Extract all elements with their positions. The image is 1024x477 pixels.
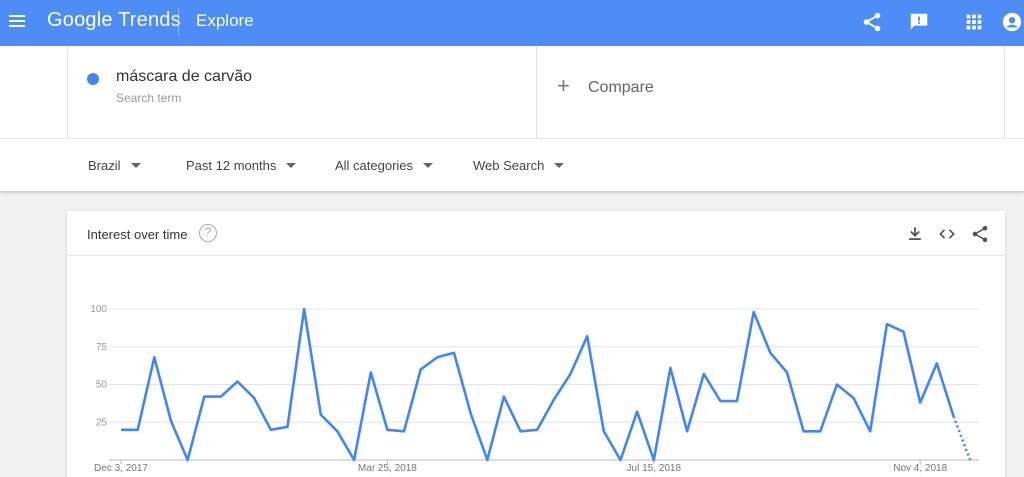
y-tick-label: 50 (96, 380, 108, 391)
search-term-name[interactable]: máscara de carvão (116, 68, 252, 86)
data-point[interactable] (618, 457, 624, 463)
time-range-dropdown[interactable]: Past 12 months (186, 158, 297, 173)
data-point[interactable] (285, 424, 291, 430)
menu-icon[interactable] (8, 12, 26, 34)
data-point[interactable] (251, 395, 257, 401)
compare-button[interactable]: + Compare (537, 46, 1005, 138)
header-divider (178, 8, 179, 36)
data-point[interactable] (185, 457, 191, 463)
data-point[interactable] (717, 398, 723, 404)
data-point[interactable] (634, 409, 640, 415)
data-point[interactable] (901, 329, 907, 335)
data-point[interactable] (501, 394, 507, 400)
chevron-down-icon (286, 163, 297, 169)
data-point[interactable] (784, 369, 790, 375)
data-point[interactable] (651, 457, 657, 463)
plus-icon: + (557, 73, 570, 98)
data-point[interactable] (701, 371, 707, 377)
region-value: Brazil (88, 158, 121, 173)
interest-line-chart: 25 50 75 100 Dec 3, 2017 Mar 25, 2018 Jul 15, … (90, 304, 979, 474)
data-point[interactable] (551, 397, 557, 403)
data-point[interactable] (168, 418, 174, 424)
data-point[interactable] (767, 350, 773, 356)
data-point[interactable] (568, 371, 574, 377)
search-terms-panel: máscara de carvão Search term + Compare (0, 46, 1024, 138)
data-point[interactable] (218, 394, 224, 400)
google-trends-logo[interactable]: Google Trends (47, 9, 181, 32)
x-tick-label: Jul 15, 2018 (627, 463, 682, 474)
data-point[interactable] (384, 427, 390, 433)
x-tick-label: Nov 4, 2018 (893, 463, 947, 474)
search-term-type: Search term (116, 91, 182, 105)
data-point[interactable] (751, 309, 757, 315)
data-point[interactable] (518, 428, 524, 434)
logo-google-text: Google (47, 9, 113, 31)
data-point[interactable] (851, 395, 857, 401)
data-point[interactable] (484, 457, 490, 463)
data-point[interactable] (351, 457, 357, 463)
share-icon[interactable] (861, 11, 883, 33)
data-point[interactable] (817, 428, 823, 434)
interest-over-time-card: Interest over time ? 25 50 75 100 Dec 3, 201… (67, 211, 1005, 477)
time-range-value: Past 12 months (186, 158, 277, 173)
apps-icon[interactable] (963, 11, 985, 33)
data-point[interactable] (468, 410, 474, 416)
data-point[interactable] (584, 333, 590, 339)
data-point[interactable] (834, 382, 840, 388)
y-tick-label: 25 (96, 417, 108, 428)
data-point[interactable] (934, 360, 940, 366)
category-dropdown[interactable]: All categories (335, 158, 434, 173)
data-point[interactable] (601, 428, 607, 434)
search-property-value: Web Search (473, 158, 545, 173)
x-tick-label: Dec 3, 2017 (94, 463, 148, 474)
x-tick-label: Mar 25, 2018 (358, 463, 417, 474)
data-point[interactable] (151, 354, 157, 360)
chevron-down-icon (423, 163, 434, 169)
chevron-down-icon (130, 163, 141, 169)
logo-trends-text: Trends (118, 9, 181, 31)
account-icon[interactable] (1001, 11, 1023, 33)
region-dropdown[interactable]: Brazil (88, 158, 141, 173)
series-line-partial[interactable] (952, 415, 972, 461)
search-term-card[interactable]: máscara de carvão Search term (67, 46, 537, 138)
data-point[interactable] (801, 428, 807, 434)
data-point[interactable] (884, 321, 890, 327)
data-point[interactable] (201, 394, 207, 400)
data-point[interactable] (135, 427, 141, 433)
data-point[interactable] (684, 428, 690, 434)
compare-label: Compare (588, 79, 654, 96)
data-point[interactable] (734, 398, 740, 404)
y-tick-label: 75 (96, 342, 108, 353)
filter-bar: Brazil Past 12 months All categories Web… (0, 138, 1024, 191)
data-point[interactable] (967, 457, 973, 463)
data-point[interactable] (368, 369, 374, 375)
chevron-down-icon (554, 163, 565, 169)
term-color-dot (87, 73, 99, 85)
y-tick-label: 100 (90, 304, 107, 315)
category-value: All categories (335, 158, 414, 173)
data-point[interactable] (318, 412, 324, 418)
data-point[interactable] (867, 428, 873, 434)
page-title: Explore (196, 11, 254, 30)
data-point[interactable] (334, 428, 340, 434)
data-point[interactable] (268, 427, 274, 433)
data-point[interactable] (917, 400, 923, 406)
data-point[interactable] (118, 427, 124, 433)
data-point[interactable] (235, 378, 241, 384)
data-point[interactable] (451, 350, 457, 356)
data-point[interactable] (301, 306, 307, 312)
feedback-icon[interactable] (908, 11, 930, 33)
data-point[interactable] (667, 365, 673, 371)
data-point[interactable] (951, 413, 957, 419)
data-point[interactable] (534, 427, 540, 433)
data-point[interactable] (418, 366, 424, 372)
data-point[interactable] (434, 354, 440, 360)
search-property-dropdown[interactable]: Web Search (473, 158, 565, 173)
data-point[interactable] (401, 428, 407, 434)
top-app-bar: Google Trends Explore (0, 0, 1024, 46)
